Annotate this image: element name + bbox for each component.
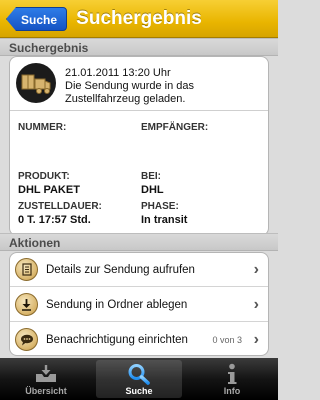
tab-bar: Übersicht Suche Info [0,358,278,400]
speech-bubble-icon [15,328,38,351]
message-datetime: 21.01.2011 13:20 Uhr [65,67,171,79]
inbox-tray-icon [3,363,89,385]
zustelldauer-label: ZUSTELLDAUER: [18,201,102,212]
download-arrow-icon [15,293,38,316]
tab-suche-label: Suche [125,386,153,396]
chevron-right-icon: › [253,331,259,348]
actions-list: Details zur Sendung aufrufen › Sendung i… [9,252,269,356]
tab-uebersicht[interactable]: Übersicht [3,360,89,398]
produkt-value: DHL PAKET [18,184,80,196]
action-notification[interactable]: Benachrichtigung einrichten 0 von 3 › [10,323,268,355]
notification-count: 0 von 3 [212,335,242,345]
message-text: Die Sendung wurde in das Zustellfahrzeug… [65,80,195,105]
shipment-status-message: 21.01.2011 13:20 Uhr Die Sendung wurde i… [10,57,268,111]
zustelldauer-value: 0 T. 17:57 Std. [18,214,91,226]
magnifier-icon [96,363,182,385]
content-area[interactable]: Suchergebnis 21.01.2011 13:20 Uhr Die Se… [0,38,278,358]
phase-value: In transit [141,214,188,226]
tab-suche[interactable]: Suche [96,360,182,398]
bei-label: BEI: [141,171,161,182]
action-details[interactable]: Details zur Sendung aufrufen › [10,253,268,287]
tab-info-label: Info [223,386,241,396]
action-details-label: Details zur Sendung aufrufen [46,264,195,276]
produkt-label: PRODUKT: [18,171,70,182]
empfaenger-label: EMPFÄNGER: [141,122,209,133]
navigation-bar: Suche Suchergebnis [0,0,278,38]
action-save-folder-label: Sendung in Ordner ablegen [46,299,188,311]
phase-label: PHASE: [141,201,179,212]
info-icon [189,363,275,385]
chevron-right-icon: › [253,261,259,278]
package-truck-icon [16,63,56,103]
nummer-label: NUMMER: [18,122,67,133]
action-save-folder[interactable]: Sendung in Ordner ablegen › [10,288,268,322]
action-notification-label: Benachrichtigung einrichten [46,334,188,346]
shipment-card: 21.01.2011 13:20 Uhr Die Sendung wurde i… [9,56,269,236]
document-icon [15,258,38,281]
section-header-result: Suchergebnis [0,38,278,56]
tab-uebersicht-label: Übersicht [25,386,67,396]
section-header-actions: Aktionen [0,233,278,251]
tab-info[interactable]: Info [189,360,275,398]
chevron-right-icon: › [253,296,259,313]
bei-value: DHL [141,184,164,196]
page-title: Suchergebnis [76,8,202,29]
